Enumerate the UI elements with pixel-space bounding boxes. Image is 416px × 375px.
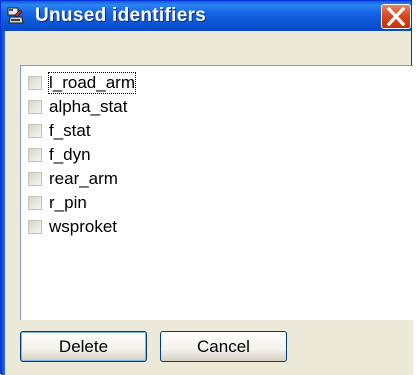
checkbox[interactable] [28, 196, 42, 210]
item-label: wsproket [49, 217, 118, 236]
delete-button[interactable]: Delete [20, 331, 147, 362]
title-bar[interactable]: Unused identifiers [1, 1, 411, 31]
list-item[interactable]: r_pin [28, 193, 398, 215]
close-button[interactable] [381, 4, 411, 29]
list-item[interactable]: wsproket [28, 217, 398, 239]
checkbox[interactable] [28, 148, 42, 162]
item-label: rear_arm [49, 169, 118, 188]
item-label: f_stat [49, 121, 91, 140]
item-label: alpha_stat [49, 97, 128, 116]
list-item[interactable]: rear_arm [28, 169, 398, 191]
list-item[interactable]: l_road_arm [28, 72, 398, 95]
item-label: f_dyn [49, 145, 91, 164]
button-bar: Delete Cancel [5, 320, 413, 375]
checkbox[interactable] [28, 220, 42, 234]
identifier-list[interactable]: l_road_arm alpha_stat f_stat f_dyn rear_… [20, 65, 413, 320]
cancel-button[interactable]: Cancel [160, 331, 287, 362]
list-item[interactable]: f_stat [28, 121, 398, 143]
app-icon [7, 7, 25, 25]
dialog-window: Unused identifiers l_road_arm alpha_stat… [0, 0, 413, 375]
list-item[interactable]: f_dyn [28, 145, 398, 167]
checkbox[interactable] [28, 76, 42, 90]
item-label: r_pin [49, 193, 87, 212]
item-label: l_road_arm [48, 72, 136, 94]
checkbox[interactable] [28, 100, 42, 114]
checkbox[interactable] [28, 172, 42, 186]
window-title: Unused identifiers [35, 5, 207, 26]
list-item[interactable]: alpha_stat [28, 97, 398, 119]
checkbox[interactable] [28, 124, 42, 138]
